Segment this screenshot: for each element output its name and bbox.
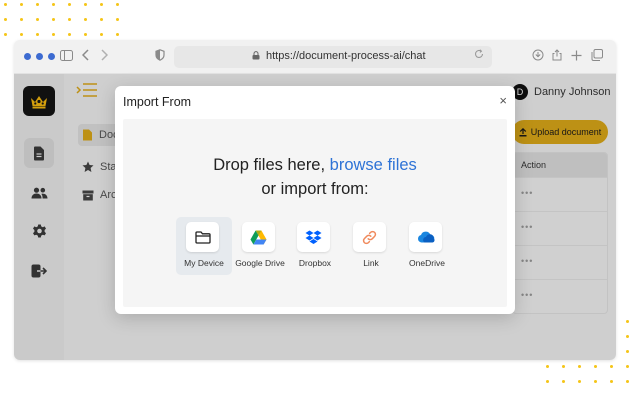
decorative-dots-top-left	[4, 3, 119, 36]
url-text: https://document-process-ai/chat	[266, 50, 426, 62]
source-tile	[242, 222, 275, 252]
reload-icon[interactable]	[474, 49, 484, 62]
sidebar-toggle-icon[interactable]	[60, 49, 73, 65]
link-icon	[362, 230, 377, 244]
address-bar[interactable]: https://document-process-ai/chat	[174, 46, 492, 68]
tabs-overview-icon[interactable]	[591, 49, 603, 65]
forward-icon[interactable]	[100, 49, 109, 65]
onedrive-icon	[417, 231, 435, 243]
new-tab-icon[interactable]	[571, 49, 582, 65]
minimize-window-dot[interactable]	[36, 53, 43, 60]
maximize-window-dot[interactable]	[48, 53, 55, 60]
browser-toolbar: https://document-process-ai/chat	[14, 40, 616, 74]
window-controls	[24, 53, 55, 60]
dropbox-icon	[305, 230, 322, 244]
google-drive-icon	[250, 230, 267, 244]
source-tile	[297, 222, 330, 252]
drop-instructions: Drop files here, browse files	[123, 156, 507, 175]
folder-icon	[194, 230, 211, 244]
share-icon[interactable]	[552, 49, 562, 65]
close-button[interactable]: ×	[499, 94, 507, 108]
source-tile	[353, 222, 386, 252]
source-tile	[409, 222, 442, 252]
source-label: OneDrive	[409, 258, 445, 268]
import-modal: Import From × Drop files here, browse fi…	[115, 86, 515, 314]
source-onedrive[interactable]: OneDrive	[399, 217, 455, 275]
download-icon[interactable]	[532, 49, 544, 65]
browse-files-link[interactable]: browse files	[330, 156, 417, 174]
import-from-text: or import from:	[261, 180, 369, 198]
drop-zone[interactable]: Drop files here, browse files or import …	[123, 119, 507, 307]
back-icon[interactable]	[81, 49, 90, 65]
lock-icon	[252, 51, 260, 60]
close-window-dot[interactable]	[24, 53, 31, 60]
drop-text: Drop files here,	[213, 156, 326, 174]
shield-icon[interactable]	[155, 49, 165, 65]
source-tile	[186, 222, 219, 252]
modal-title: Import From	[123, 95, 192, 109]
